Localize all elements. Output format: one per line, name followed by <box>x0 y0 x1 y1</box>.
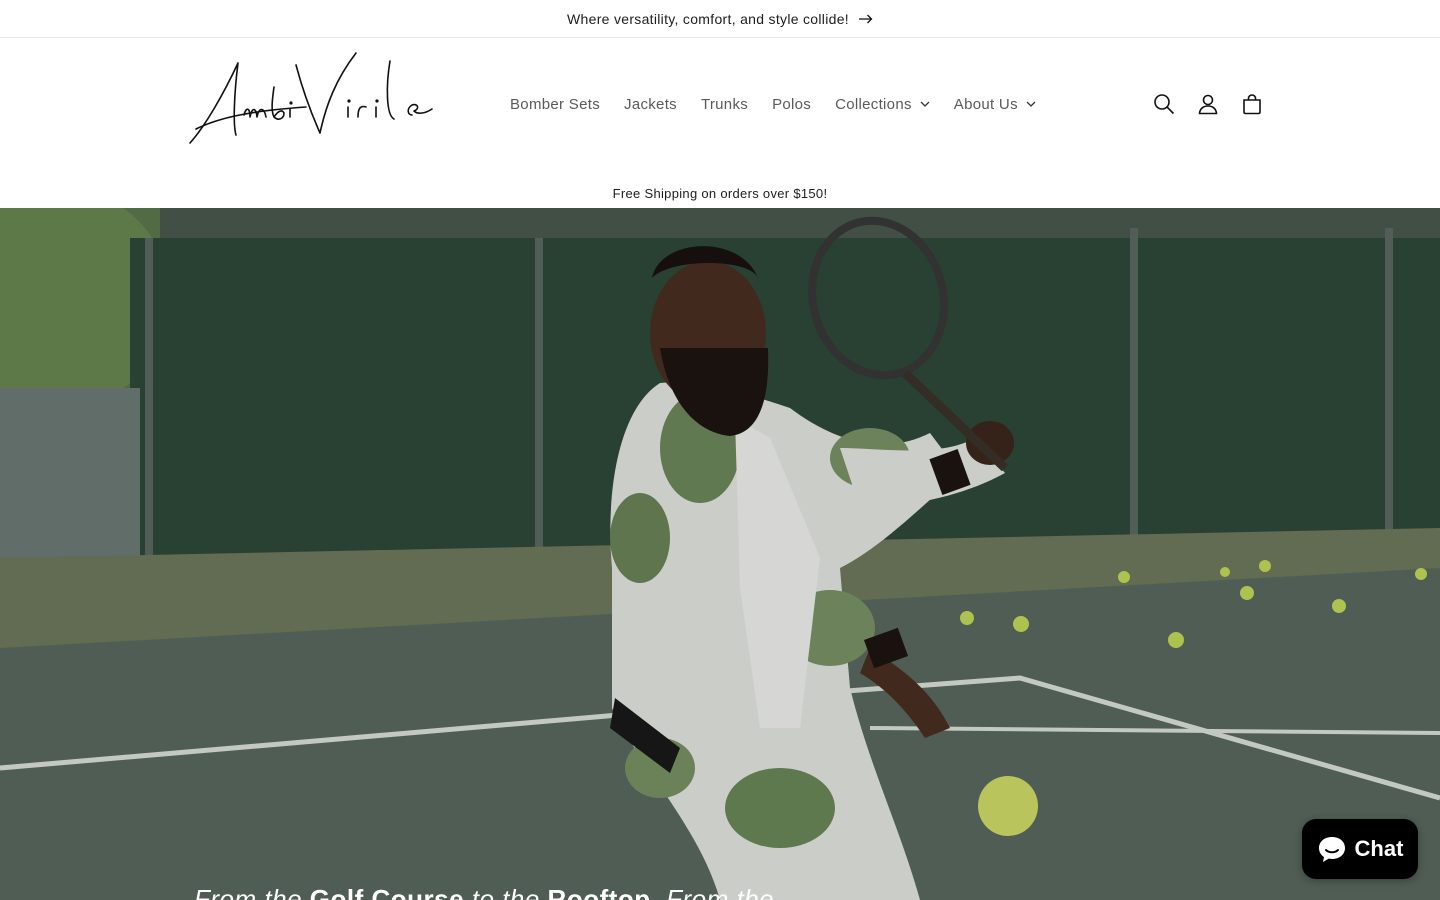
shipping-text: Free Shipping on orders over $150! <box>612 185 828 201</box>
hero-banner: From the Golf Course to the Rooftop. Fro… <box>0 208 1440 900</box>
header-icons <box>1144 84 1272 124</box>
nav-item-label: Collections <box>835 95 912 113</box>
brand-logo[interactable] <box>186 45 440 155</box>
nav-item-label: Trunks <box>700 95 749 113</box>
main-nav: Bomber Sets Jackets Trunks Polos Collect… <box>498 90 1048 118</box>
nav-item-collections[interactable]: Collections <box>823 96 942 113</box>
hero-overlay <box>0 208 1440 900</box>
nav-item-bomber-sets[interactable]: Bomber Sets <box>498 96 612 113</box>
announcement-bar: Where versatility, comfort, and style co… <box>0 0 1440 38</box>
search-button[interactable] <box>1144 84 1184 124</box>
chat-button[interactable]: Chat <box>1302 819 1418 879</box>
announcement-link[interactable]: Where versatility, comfort, and style co… <box>567 11 873 27</box>
chat-bubble-icon <box>1318 837 1345 862</box>
nav-item-label: Polos <box>772 95 812 113</box>
nav-item-label: Bomber Sets <box>510 95 601 113</box>
chat-label: Chat <box>1354 836 1404 861</box>
nav-item-about-us[interactable]: About Us <box>942 96 1048 113</box>
account-icon <box>1198 94 1218 115</box>
hero-text-part: to the <box>464 884 548 900</box>
announcement-text: Where versatility, comfort, and style co… <box>567 10 849 27</box>
account-button[interactable] <box>1188 84 1228 124</box>
arrow-right-icon <box>858 14 873 23</box>
nav-item-label: About Us <box>953 95 1018 113</box>
hero-heading: From the Golf Course to the Rooftop. Fro… <box>194 884 774 900</box>
nav-item-trunks[interactable]: Trunks <box>689 96 760 113</box>
search-icon <box>1154 94 1175 115</box>
hero-text-part: . From the <box>650 884 775 900</box>
chevron-down-icon <box>920 101 930 107</box>
site-header: Bomber Sets Jackets Trunks Polos Collect… <box>0 39 1440 201</box>
nav-item-label: Jackets <box>624 95 677 113</box>
hero-text-part: From the <box>194 884 310 900</box>
nav-item-jackets[interactable]: Jackets <box>612 96 689 113</box>
cart-icon <box>1243 94 1261 115</box>
chevron-down-icon <box>1026 101 1036 107</box>
cart-button[interactable] <box>1232 84 1272 124</box>
shipping-banner: Free Shipping on orders over $150! <box>0 178 1440 208</box>
hero-text-bold: Rooftop <box>547 884 651 900</box>
hero-text-bold: Golf Course <box>309 884 465 900</box>
nav-item-polos[interactable]: Polos <box>760 96 823 113</box>
